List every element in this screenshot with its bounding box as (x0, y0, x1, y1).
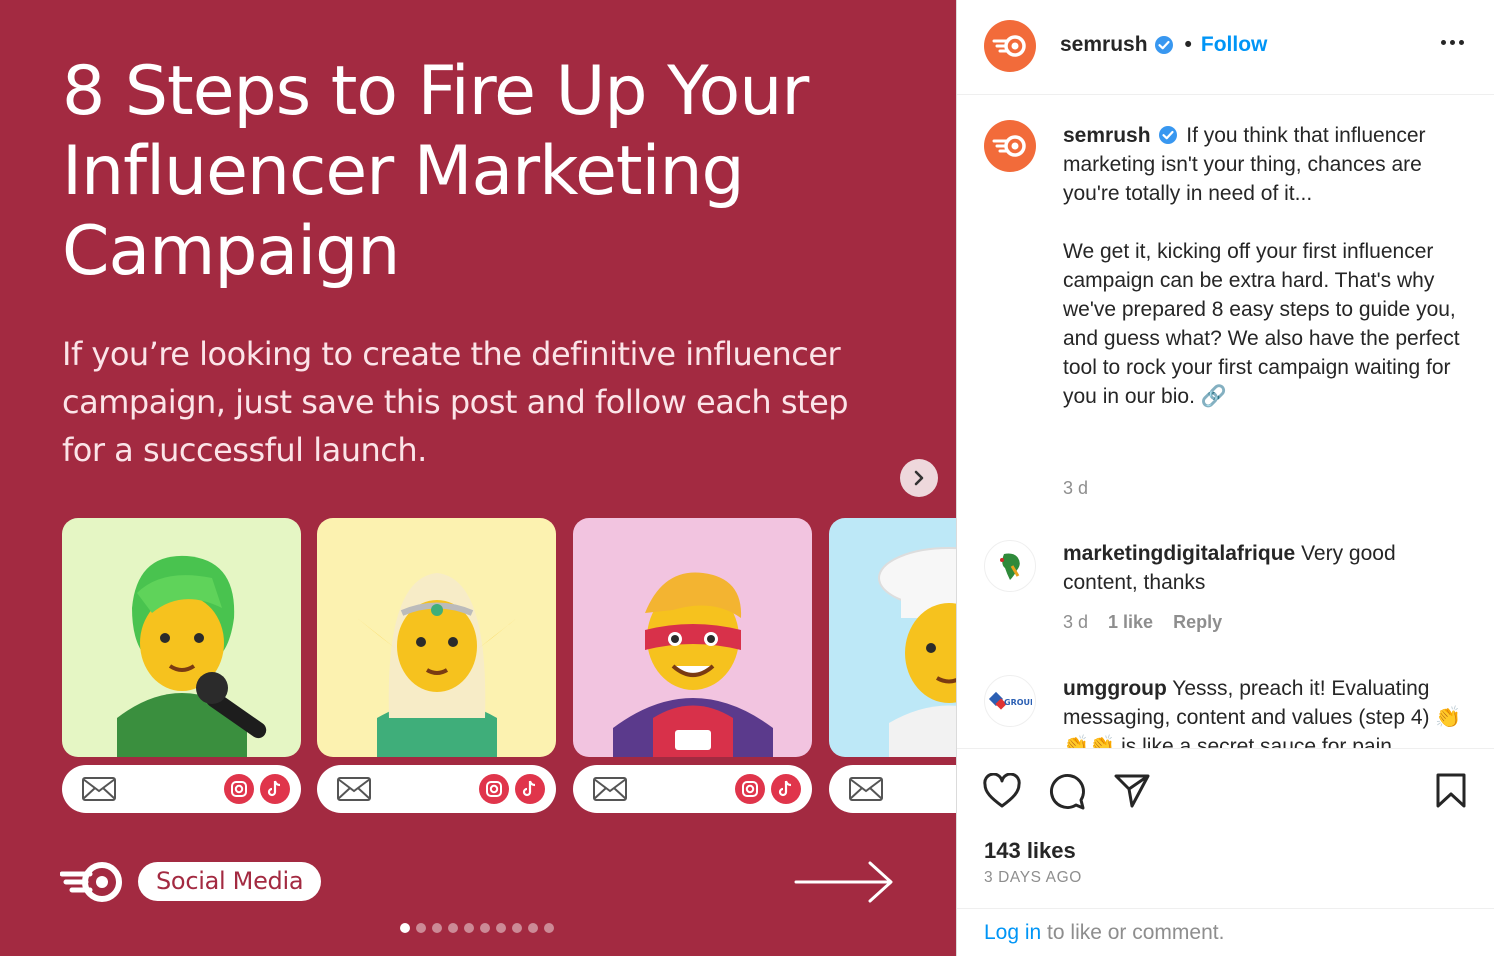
card-social-bar (62, 765, 301, 813)
login-prompt: Log in to like or comment. (957, 908, 1494, 956)
post-image: 8 Steps to Fire Up Your Influencer Marke… (0, 0, 956, 956)
caption-paragraph-2: We get it, kicking off your first influe… (1063, 240, 1460, 408)
africa-map-icon (1000, 553, 1020, 580)
category-tag: Social Media (138, 862, 322, 901)
card-social-bar (573, 765, 812, 813)
tiktok-icon (515, 774, 545, 804)
share-send-icon[interactable] (1113, 773, 1151, 809)
tiktok-icon (260, 774, 290, 804)
carousel-dot (496, 923, 506, 933)
superhero-emoji (613, 572, 773, 757)
umg-group-logo-icon: GROUP (988, 691, 1032, 710)
more-options-icon (1441, 40, 1446, 45)
semrush-logo-icon (992, 135, 1026, 157)
semrush-logo-icon (60, 862, 122, 902)
verified-badge-icon (1159, 126, 1178, 144)
chevron-right-icon (914, 470, 924, 486)
post-date[interactable]: 3 DAYS AGO (984, 869, 1082, 887)
timestamp[interactable]: 3 d (1063, 478, 1088, 499)
card-elf (317, 518, 556, 757)
carousel-dot (464, 923, 474, 933)
comment-username[interactable]: umggroup (1063, 677, 1167, 700)
comment-text: umggroup Yesss, preach it! Evaluating me… (1063, 677, 1462, 748)
caption-text: semrush If you think that influencer mar… (1063, 121, 1473, 411)
login-link[interactable]: Log in (984, 921, 1041, 944)
comment-username[interactable]: marketingdigitalafrique (1063, 542, 1295, 565)
comments-section: semrush If you think that influencer mar… (957, 96, 1494, 748)
elf-emoji (357, 573, 517, 757)
instagram-icon (479, 774, 509, 804)
carousel-dot (512, 923, 522, 933)
reply-button[interactable]: Reply (1173, 612, 1222, 633)
caption-meta: 3 d (1063, 478, 1088, 499)
card-social-bar (829, 765, 956, 813)
header-user: semrush • Follow (1060, 33, 1267, 57)
card-superhero (573, 518, 812, 757)
verified-badge-icon (1154, 36, 1173, 54)
instagram-icon (735, 774, 765, 804)
singer-emoji (117, 555, 267, 757)
caption-username[interactable]: semrush (1063, 124, 1151, 147)
carousel-indicator (400, 923, 554, 933)
carousel-dot (528, 923, 538, 933)
card-singer (62, 518, 301, 757)
instagram-icon (224, 774, 254, 804)
post-header: semrush • Follow (957, 0, 1494, 95)
avatar[interactable] (984, 120, 1036, 172)
tiktok-icon (771, 774, 801, 804)
mail-icon (82, 777, 116, 801)
avatar[interactable] (984, 20, 1036, 72)
carousel-dot (448, 923, 458, 933)
login-prompt-text: to like or comment. (1041, 921, 1225, 944)
post-title: 8 Steps to Fire Up Your Influencer Marke… (62, 52, 809, 291)
next-slide-button[interactable] (900, 459, 938, 497)
avatar[interactable]: GROUP (984, 675, 1036, 727)
carousel-dot (544, 923, 554, 933)
likes-count[interactable]: 143 likes (984, 838, 1076, 864)
more-options-button[interactable] (1441, 40, 1464, 45)
semrush-logo-icon (992, 35, 1026, 57)
post-subtitle: If you’re looking to create the definiti… (62, 335, 849, 469)
mail-icon (593, 777, 627, 801)
carousel-dot (416, 923, 426, 933)
arrow-right-icon (794, 861, 893, 903)
post-sidebar: semrush • Follow semrush If you think th… (956, 0, 1494, 956)
separator-dot: • (1184, 33, 1192, 56)
carousel-dot (400, 923, 410, 933)
comment-meta: 3 d 1 like Reply (1063, 612, 1222, 633)
likes-count-link[interactable]: 1 like (1108, 612, 1153, 633)
cook-emoji (878, 547, 956, 757)
username-link[interactable]: semrush (1060, 33, 1148, 57)
comment-icon[interactable] (1048, 773, 1086, 811)
carousel-dot (480, 923, 490, 933)
comment-text: marketingdigitalafrique Very good conten… (1063, 542, 1396, 594)
bookmark-icon[interactable] (1435, 773, 1467, 809)
post-actions: 143 likes 3 DAYS AGO (957, 748, 1494, 908)
avatar[interactable] (984, 540, 1036, 592)
follow-button[interactable]: Follow (1201, 33, 1268, 57)
mail-icon (849, 777, 883, 801)
card-social-bar (317, 765, 556, 813)
timestamp[interactable]: 3 d (1063, 612, 1088, 633)
carousel-dot (432, 923, 442, 933)
svg-text:GROUP: GROUP (1004, 698, 1032, 707)
card-cook (829, 518, 956, 757)
like-heart-icon[interactable] (983, 773, 1021, 809)
mail-icon (337, 777, 371, 801)
